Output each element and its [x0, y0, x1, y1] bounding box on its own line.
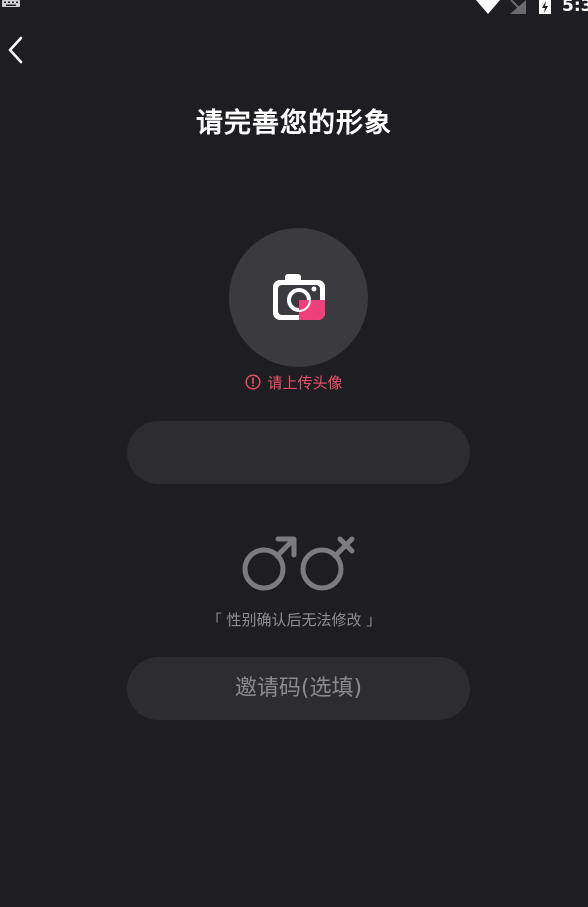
back-button[interactable] [2, 32, 30, 68]
avatar-hint: 请上传头像 [0, 372, 588, 393]
page-title: 请完善您的形象 [196, 108, 392, 139]
female-icon[interactable] [298, 535, 358, 591]
nickname-input[interactable] [127, 421, 470, 484]
gender-note: 「 性别确认后无法修改 」 [206, 611, 382, 629]
avatar-hint-text: 请上传头像 [267, 374, 343, 392]
male-icon[interactable] [240, 535, 300, 591]
invite-code-input[interactable] [127, 657, 470, 720]
signal-icon [510, 0, 526, 14]
battery-charging-icon [539, 0, 551, 14]
wifi-icon [476, 0, 500, 14]
avatar-upload-button[interactable] [229, 228, 368, 367]
chevron-left-icon [8, 36, 23, 64]
status-bar: 5:3 [0, 0, 588, 16]
status-time: 5:3 [562, 0, 588, 16]
keyboard-icon [2, 0, 20, 7]
gender-selector [240, 535, 360, 591]
warning-circle-icon [245, 374, 261, 390]
camera-icon [273, 274, 325, 320]
